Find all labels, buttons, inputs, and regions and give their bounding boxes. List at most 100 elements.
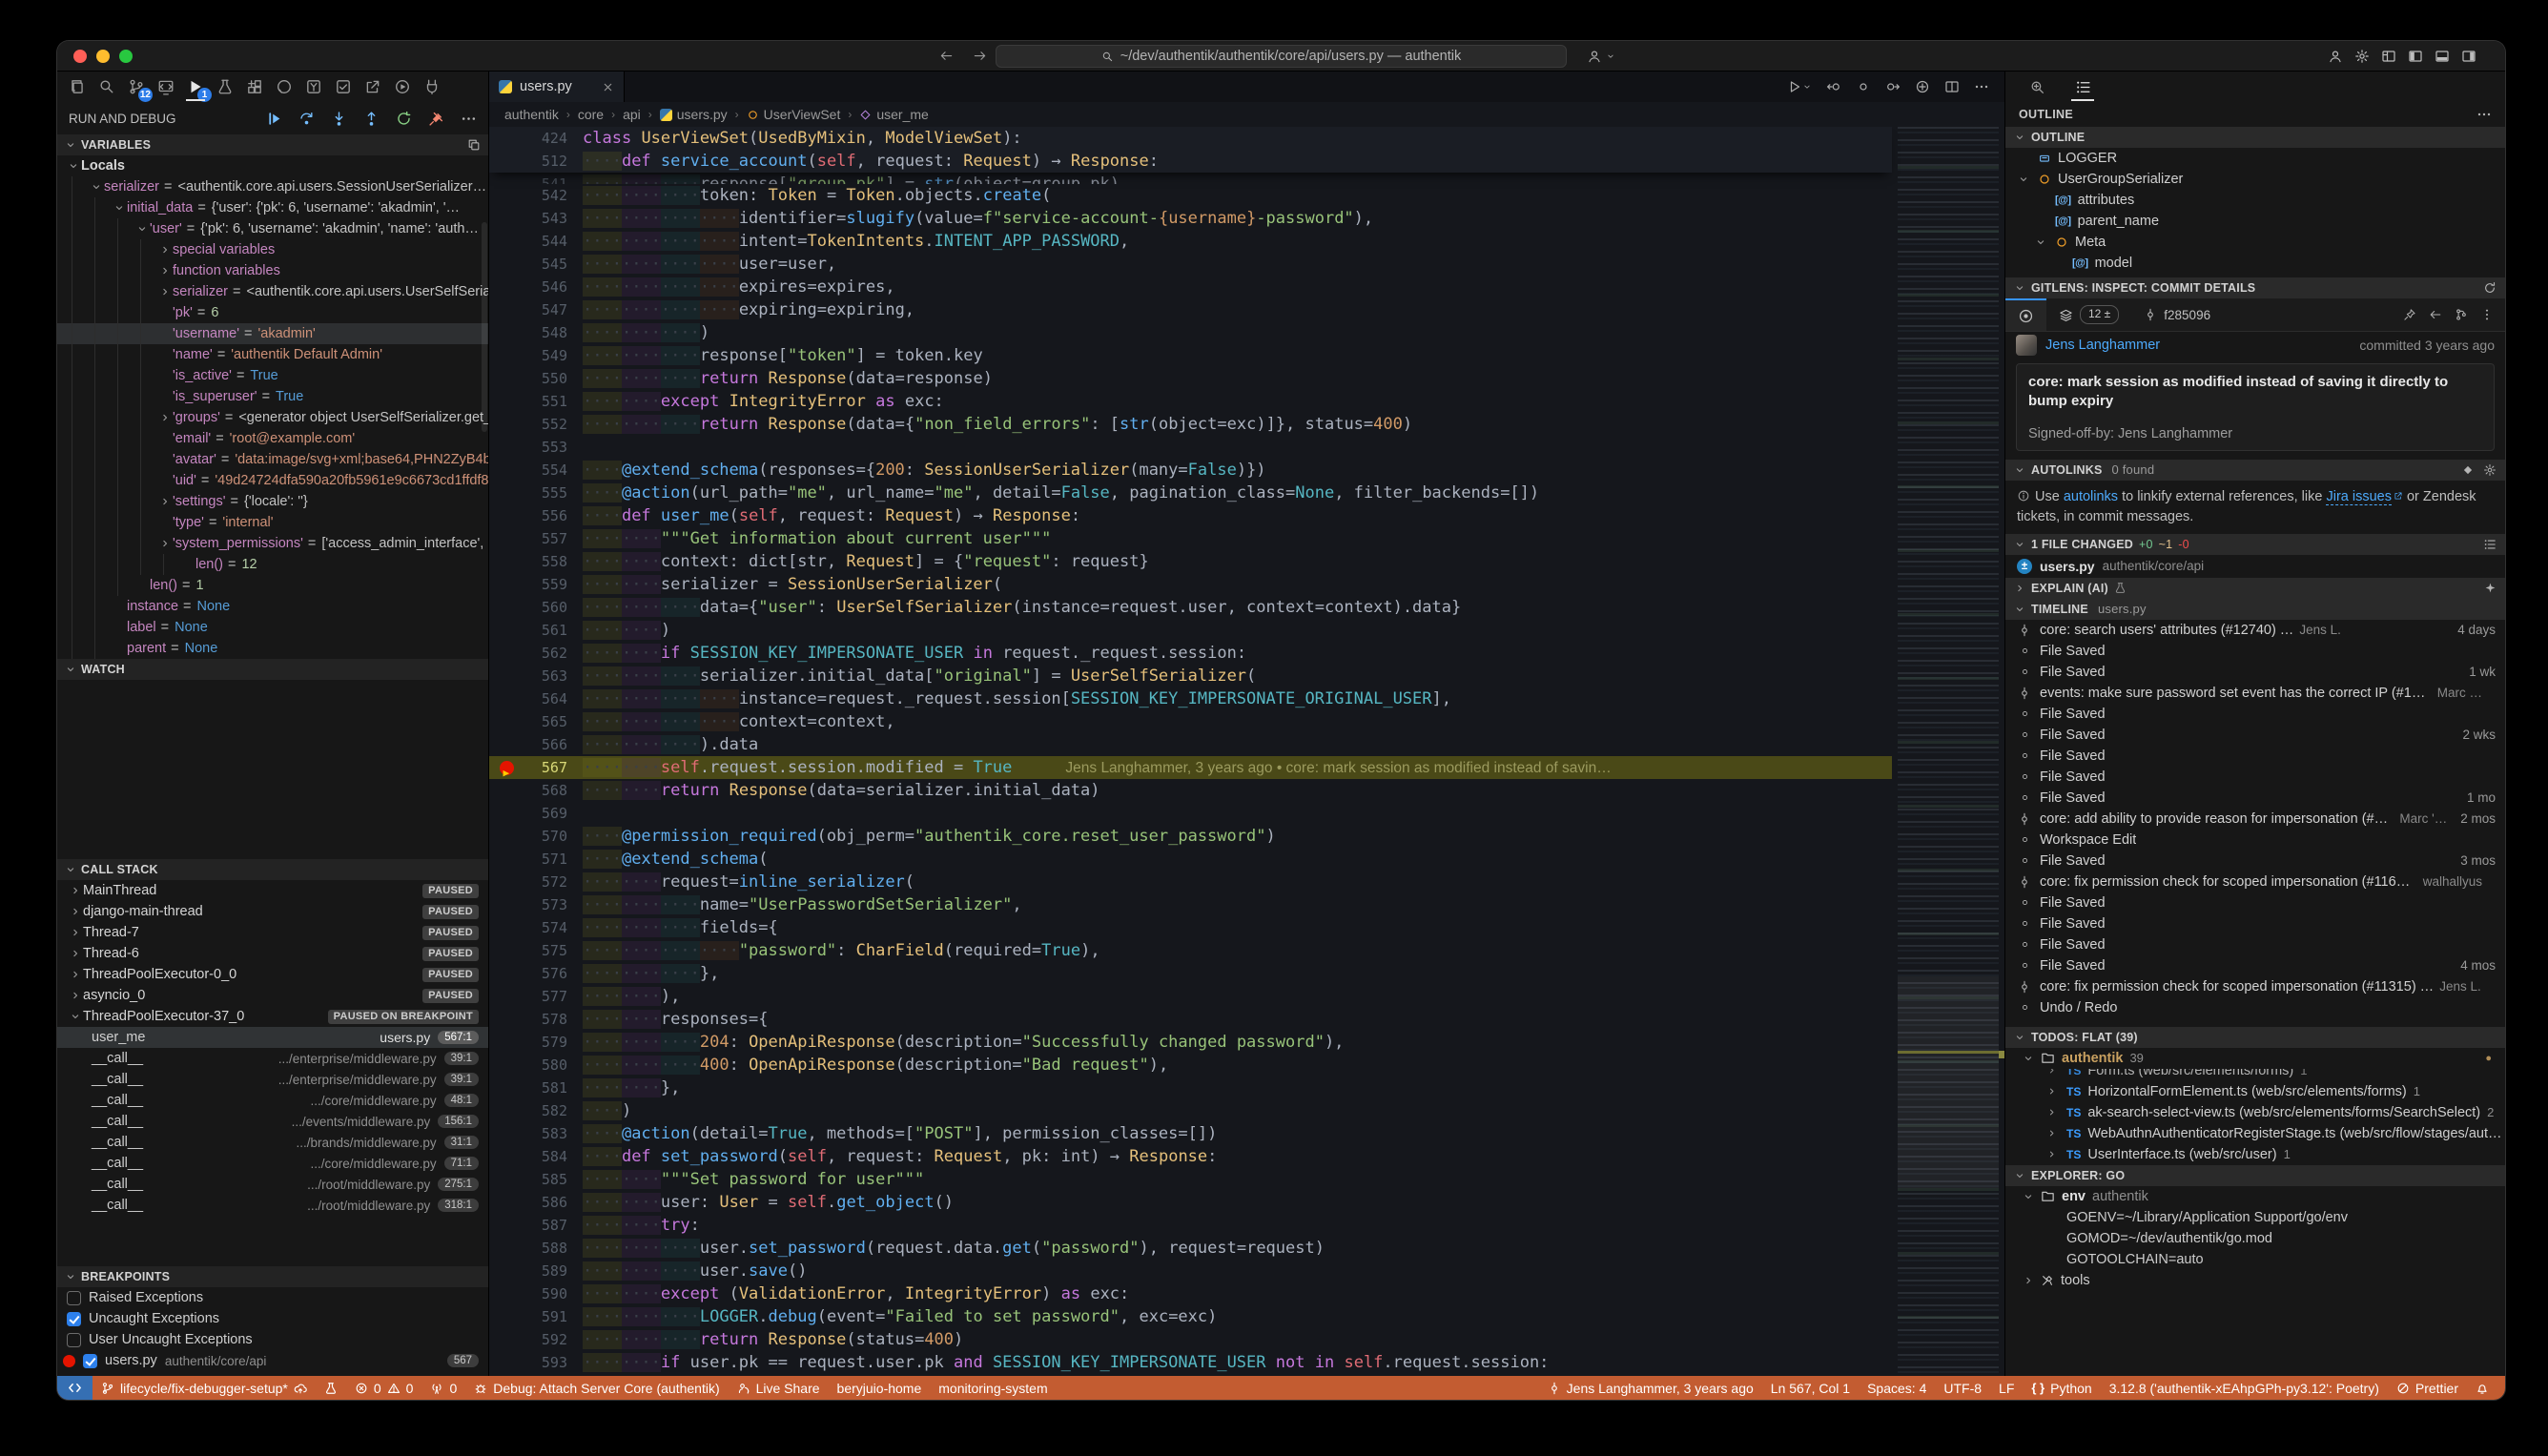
code-line[interactable]: 571····@extend_schema( <box>489 848 1892 871</box>
timeline-item[interactable]: core: search users' attributes (#12740) … <box>2005 620 2505 641</box>
breakpoint-gutter[interactable] <box>489 1031 524 1054</box>
line-number[interactable]: 560 <box>524 596 567 619</box>
autolink-link[interactable]: autolinks <box>2064 489 2118 504</box>
code-line[interactable]: 560············data={"user": UserSelfSer… <box>489 596 1892 619</box>
line-number[interactable]: 568 <box>524 779 567 802</box>
step-into-button[interactable] <box>331 111 347 127</box>
account-icon[interactable] <box>2328 49 2343 64</box>
outline-item[interactable]: [@]attributes <box>2005 190 2505 211</box>
line-number[interactable]: 591 <box>524 1305 567 1328</box>
line-number[interactable]: 557 <box>524 527 567 550</box>
activity-item-run-and-debug[interactable]: 1 <box>181 72 210 101</box>
line-number[interactable]: 542 <box>524 184 567 207</box>
outline-view-icon[interactable] <box>2070 72 2095 101</box>
timeline-item[interactable]: File Saved <box>2005 934 2505 955</box>
breakpoint-gutter[interactable] <box>489 687 524 710</box>
code-line[interactable]: 568········return Response(data=serializ… <box>489 779 1892 802</box>
history-back-button[interactable] <box>939 49 954 63</box>
line-number[interactable]: 551 <box>524 390 567 413</box>
code-line[interactable]: 582····) <box>489 1099 1892 1122</box>
line-number[interactable]: 563 <box>524 665 567 687</box>
gitlens-previous-revision-button[interactable] <box>1826 79 1841 94</box>
code-line[interactable]: 546················expires=expires, <box>489 276 1892 298</box>
code-line[interactable]: 553 <box>489 436 1892 459</box>
code-line[interactable]: 563············serializer.initial_data["… <box>489 665 1892 687</box>
gitlens-section-header[interactable]: GITLENS: INSPECT: COMMIT DETAILS <box>2005 277 2505 298</box>
line-number[interactable]: 556 <box>524 504 567 527</box>
variable-row[interactable]: 'system_permissions'=['access_admin_inte… <box>57 533 488 554</box>
breakpoint-gutter[interactable] <box>489 1191 524 1214</box>
code-line[interactable]: 424class UserViewSet(UsedByMixin, ModelV… <box>489 127 1892 150</box>
line-number[interactable]: 544 <box>524 230 567 253</box>
code-line[interactable]: 558········context: dict[str, Request] =… <box>489 550 1892 573</box>
code-line[interactable]: 591············LOGGER.debug(event="Faile… <box>489 1305 1892 1328</box>
gitlens-overview-tab[interactable] <box>2005 298 2046 331</box>
breakpoint-gutter[interactable] <box>489 550 524 573</box>
step-out-button[interactable] <box>363 111 380 127</box>
history-forward-button[interactable] <box>973 49 987 63</box>
variable-row[interactable]: parent=None <box>57 638 488 659</box>
sparkle-icon[interactable] <box>2484 582 2497 594</box>
timeline-item[interactable]: File Saved <box>2005 892 2505 913</box>
line-number[interactable]: 552 <box>524 413 567 436</box>
breakpoint-gutter[interactable] <box>489 321 524 344</box>
breakpoint-gutter[interactable] <box>489 504 524 527</box>
minimap[interactable] <box>1898 127 1999 1376</box>
line-number[interactable]: 573 <box>524 893 567 916</box>
call-stack-frame[interactable]: __call__.../events/middleware.py156:1 <box>57 1111 488 1132</box>
breakpoint-gutter[interactable] <box>489 344 524 367</box>
breakpoint-gutter[interactable] <box>489 459 524 482</box>
breakpoint-gutter[interactable] <box>489 276 524 298</box>
variable-row[interactable]: special variables <box>57 239 488 260</box>
commit-graph-icon[interactable] <box>2455 308 2468 321</box>
code-line[interactable]: 592············return Response(status=40… <box>489 1328 1892 1351</box>
timeline-item[interactable]: File Saved1 wk <box>2005 662 2505 683</box>
code-line[interactable]: 512····def service_account(self, request… <box>489 150 1892 173</box>
zoom-window-button[interactable] <box>119 50 133 63</box>
variable-row[interactable]: 'user'={'pk': 6, 'username': 'akadmin', … <box>57 218 488 239</box>
line-number[interactable]: 578 <box>524 1008 567 1031</box>
breakpoint-row[interactable]: Raised Exceptions <box>57 1287 488 1308</box>
line-number[interactable]: 424 <box>524 127 567 150</box>
commit-author-link[interactable]: Jens Langhammer <box>2045 338 2160 353</box>
code-line[interactable]: 541············response["group_pk"] = st… <box>489 173 1892 184</box>
todo-file-row[interactable]: TSak-search-select-view.ts (web/src/elem… <box>2005 1102 2505 1123</box>
breakpoint-gutter[interactable] <box>489 985 524 1008</box>
remote-indicator[interactable] <box>57 1376 92 1400</box>
line-number[interactable]: 580 <box>524 1054 567 1077</box>
line-number[interactable]: 574 <box>524 916 567 939</box>
tasks-indicator[interactable] <box>316 1376 346 1400</box>
code-line[interactable]: 545················user=user, <box>489 253 1892 276</box>
gitlens-revision-button[interactable] <box>1856 79 1871 94</box>
breakpoint-gutter[interactable]: ▶ <box>489 756 524 779</box>
timeline-item[interactable]: core: fix permission check for scoped im… <box>2005 976 2505 997</box>
call-stack-frame[interactable]: __call__.../root/middleware.py275:1 <box>57 1174 488 1195</box>
line-number[interactable]: 575 <box>524 939 567 962</box>
call-stack-thread[interactable]: MainThreadPAUSED <box>57 880 488 901</box>
breakpoint-gutter[interactable] <box>489 893 524 916</box>
code-line[interactable]: 579············204: OpenApiResponse(desc… <box>489 1031 1892 1054</box>
breakpoints-section-header[interactable]: BREAKPOINTS <box>57 1266 488 1287</box>
code-line[interactable]: 581········}, <box>489 1077 1892 1099</box>
copy-icon[interactable] <box>467 138 481 152</box>
code-line[interactable]: 588············user.set_password(request… <box>489 1237 1892 1260</box>
code-line[interactable]: 559········serializer = SessionUserSeria… <box>489 573 1892 596</box>
notifications[interactable] <box>2467 1376 2497 1400</box>
breadcrumb-item[interactable]: user_me <box>859 107 928 122</box>
breakpoint-gutter[interactable] <box>489 1168 524 1191</box>
go-tools-row[interactable]: tools <box>2005 1270 2505 1291</box>
watch-section-header[interactable]: WATCH <box>57 659 488 680</box>
breakpoint-checkbox[interactable] <box>67 1333 81 1347</box>
line-number[interactable]: 586 <box>524 1191 567 1214</box>
breadcrumb-item[interactable]: UserViewSet <box>747 107 841 122</box>
profile-item-2[interactable]: monitoring-system <box>930 1376 1056 1400</box>
go-env-row[interactable]: env authentik <box>2005 1186 2505 1207</box>
breakpoint-gutter[interactable] <box>489 1328 524 1351</box>
variable-row[interactable]: instance=None <box>57 596 488 617</box>
call-stack-thread[interactable]: django-main-threadPAUSED <box>57 901 488 922</box>
timeline-item[interactable]: File Saved <box>2005 913 2505 934</box>
breakpoint-gutter[interactable] <box>489 367 524 390</box>
code-line[interactable]: 551········except IntegrityError as exc: <box>489 390 1892 413</box>
variable-row[interactable]: label=None <box>57 617 488 638</box>
code-line[interactable]: 565················context=context, <box>489 710 1892 733</box>
